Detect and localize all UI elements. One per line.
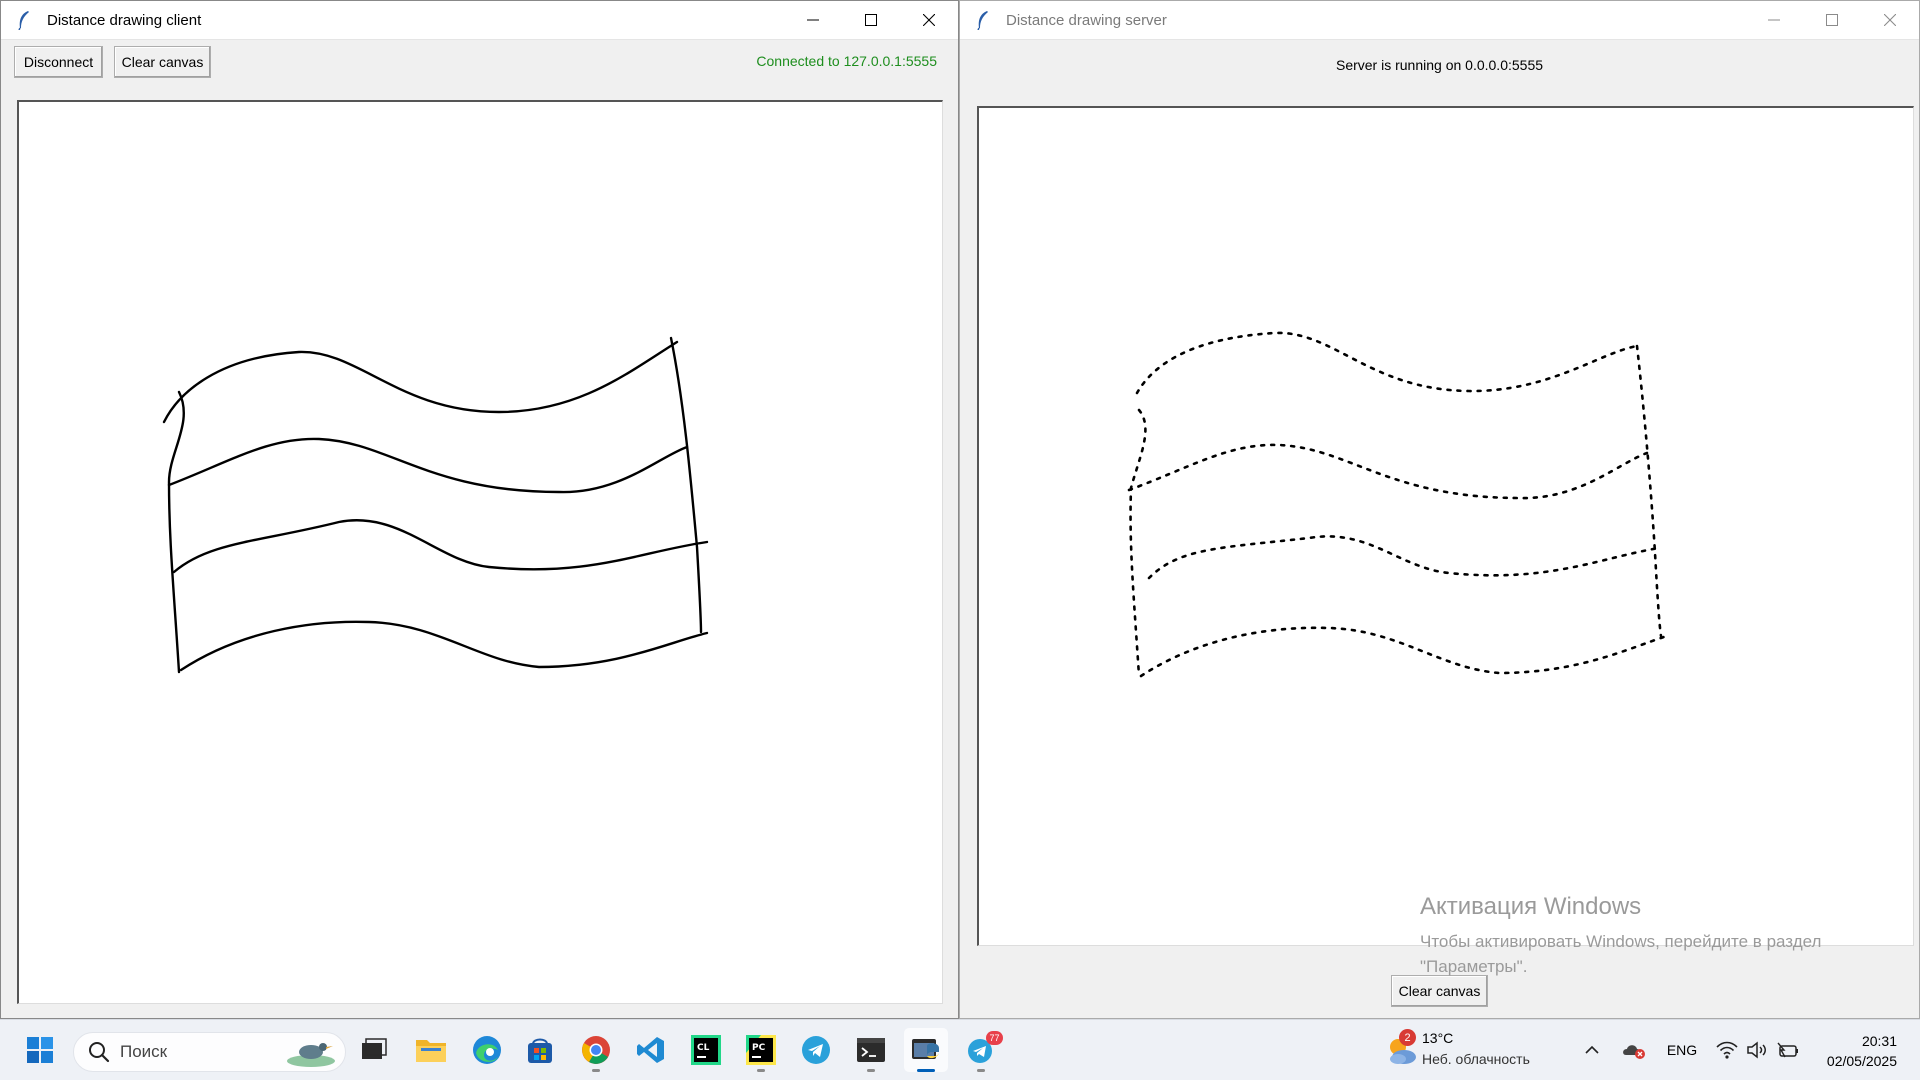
svg-text:CL: CL <box>697 1043 710 1053</box>
running-indicator <box>757 1069 765 1072</box>
taskbar-chrome[interactable] <box>574 1028 618 1072</box>
search-placeholder: Поиск <box>120 1042 168 1061</box>
tray-wifi[interactable] <box>1714 1030 1740 1070</box>
server-drawing-canvas <box>977 106 1914 946</box>
weather-alert-badge: 2 <box>1399 1029 1416 1046</box>
search-icon <box>89 1042 110 1063</box>
chevron-up-icon <box>1585 1045 1599 1054</box>
received-stroke <box>1635 344 1663 638</box>
telegram-icon <box>802 1036 830 1064</box>
minimize-icon <box>1768 19 1780 21</box>
taskbar-search[interactable]: Поиск <box>73 1032 346 1072</box>
tray-volume[interactable] <box>1744 1030 1770 1070</box>
disconnect-button[interactable]: Disconnect <box>14 46 103 78</box>
windows-logo-icon <box>27 1037 53 1063</box>
chrome-icon <box>582 1036 610 1064</box>
maximize-icon <box>865 14 877 26</box>
taskbar: Поиск CL PC 77 2 13°C Неб. облачность EN… <box>0 1019 1920 1080</box>
received-stroke <box>1129 408 1147 678</box>
drawn-stroke <box>167 437 689 494</box>
minimize-icon <box>807 19 819 21</box>
client-window-title: Distance drawing client <box>47 11 202 29</box>
pycharm-icon: PC <box>746 1035 776 1065</box>
connection-status: Connected to 127.0.0.1:5555 <box>756 53 937 69</box>
task-view-icon <box>362 1038 387 1059</box>
client-drawing <box>162 336 709 674</box>
drawn-stroke <box>172 519 709 574</box>
drawn-stroke <box>167 390 185 674</box>
server-status: Server is running on 0.0.0.0:5555 <box>1335 57 1544 73</box>
folder-icon <box>416 1040 446 1062</box>
received-stroke <box>1147 535 1661 580</box>
language-indicator: ENG <box>1666 1042 1698 1058</box>
taskbar-pycharm[interactable]: PC <box>739 1028 783 1072</box>
clock-date: 02/05/2025 <box>1826 1053 1897 1069</box>
edge-icon <box>473 1036 501 1064</box>
taskbar-clock[interactable]: 20:31 02/05/2025 <box>1827 1031 1897 1071</box>
received-stroke <box>1139 626 1669 678</box>
feather-icon <box>970 7 996 33</box>
maximize-button[interactable] <box>1803 1 1861 40</box>
taskbar-task-view[interactable] <box>352 1028 396 1072</box>
running-indicator <box>977 1069 985 1072</box>
minimize-button[interactable] <box>784 1 842 40</box>
tray-onedrive[interactable] <box>1620 1030 1648 1070</box>
drawn-stroke <box>669 336 703 634</box>
telegram-unread-badge: 77 <box>986 1031 1003 1045</box>
active-indicator <box>917 1069 935 1072</box>
python-window-icon <box>912 1039 939 1059</box>
store-icon <box>528 1038 552 1063</box>
taskbar-file-explorer[interactable] <box>409 1028 453 1072</box>
client-window: Distance drawing client Disconnect Clear… <box>0 0 959 1019</box>
wifi-icon <box>1716 1041 1738 1059</box>
taskbar-clion[interactable]: CL <box>684 1028 728 1072</box>
taskbar-microsoft-store[interactable] <box>518 1028 562 1072</box>
clock-time: 20:31 <box>1861 1033 1897 1049</box>
server-window-title: Distance drawing server <box>1006 11 1167 29</box>
weather-description: Неб. облачность <box>1422 1051 1530 1067</box>
vscode-icon <box>637 1037 664 1063</box>
server-window: Distance drawing server Server is runnin… <box>959 0 1920 1019</box>
speaker-icon <box>1747 1041 1766 1059</box>
start-button[interactable] <box>18 1028 62 1072</box>
taskbar-vscode[interactable] <box>629 1028 673 1072</box>
server-clear-canvas-button[interactable]: Clear canvas <box>1391 975 1488 1007</box>
received-stroke <box>1135 331 1639 395</box>
server-titlebar[interactable]: Distance drawing server <box>960 1 1919 40</box>
battery-charging-icon <box>1777 1042 1798 1058</box>
close-icon <box>1884 14 1896 26</box>
search-highlight-icon <box>287 1043 335 1067</box>
running-indicator <box>592 1069 600 1072</box>
close-button[interactable] <box>900 1 958 40</box>
server-drawing <box>1127 331 1669 678</box>
weather-widget[interactable]: 2 13°C Неб. облачность <box>1384 1027 1554 1073</box>
weather-temperature: 13°C <box>1422 1030 1454 1046</box>
taskbar-telegram[interactable] <box>794 1028 838 1072</box>
tray-language[interactable]: ENG <box>1660 1030 1704 1070</box>
taskbar-edge[interactable] <box>465 1028 509 1072</box>
close-button[interactable] <box>1861 1 1919 40</box>
feather-icon <box>11 7 37 33</box>
drawn-stroke <box>162 340 679 424</box>
running-indicator <box>867 1069 875 1072</box>
minimize-button[interactable] <box>1745 1 1803 40</box>
clear-canvas-button[interactable]: Clear canvas <box>114 46 211 78</box>
maximize-button[interactable] <box>842 1 900 40</box>
taskbar-terminal[interactable] <box>849 1028 893 1072</box>
taskbar-telegram-desktop[interactable]: 77 <box>959 1028 1003 1072</box>
cloud-error-icon <box>1623 1045 1645 1059</box>
tray-battery[interactable] <box>1774 1030 1802 1070</box>
close-icon <box>923 14 935 26</box>
maximize-icon <box>1826 14 1838 26</box>
taskbar-python-tk[interactable] <box>904 1028 948 1072</box>
clion-icon: CL <box>691 1035 721 1065</box>
tray-overflow-button[interactable] <box>1580 1030 1604 1070</box>
received-stroke <box>1127 443 1649 500</box>
drawn-stroke <box>179 620 709 672</box>
terminal-icon <box>857 1038 885 1062</box>
client-drawing-canvas[interactable] <box>17 100 943 1004</box>
svg-text:PC: PC <box>752 1043 766 1053</box>
client-titlebar[interactable]: Distance drawing client <box>1 1 958 40</box>
